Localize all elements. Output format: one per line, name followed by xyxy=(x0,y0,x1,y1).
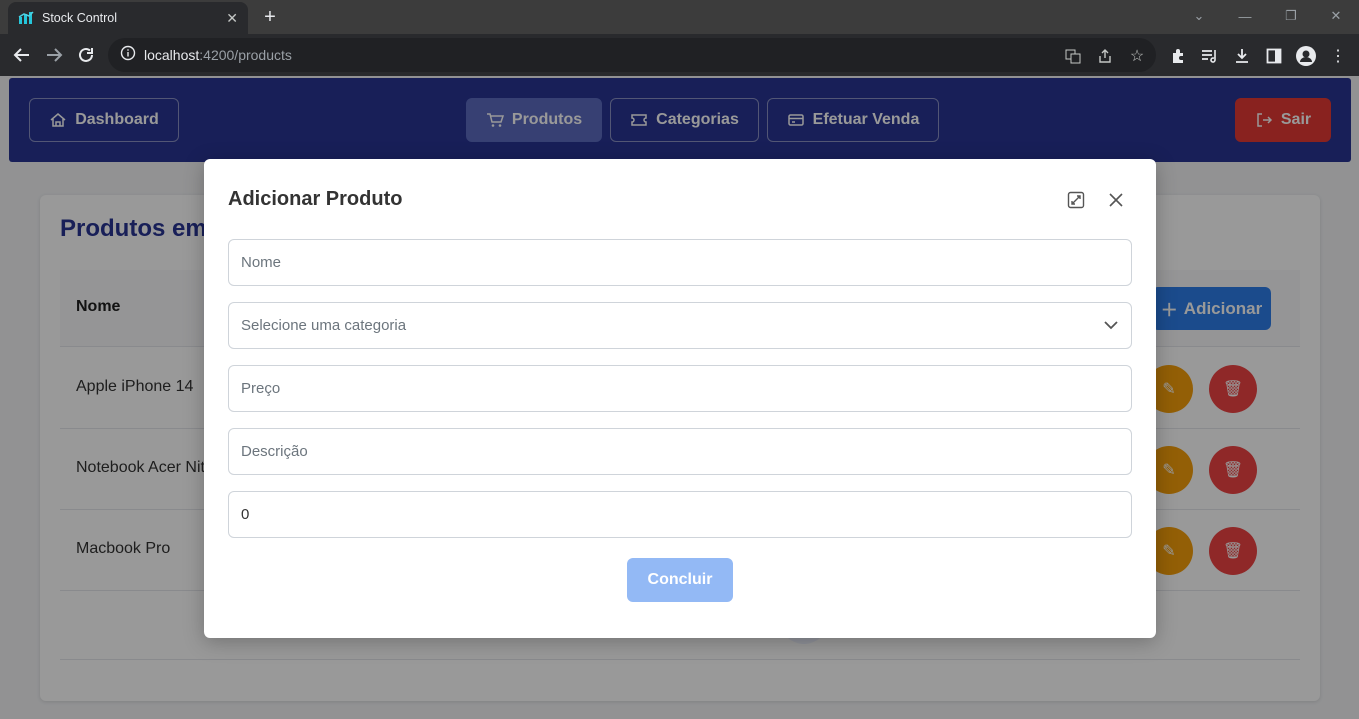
window-close-icon[interactable]: ✕ xyxy=(1313,0,1359,32)
bookmark-star-icon[interactable]: ☆ xyxy=(1128,47,1146,65)
chevron-down-icon xyxy=(1103,317,1119,334)
categoria-select[interactable]: Selecione uma categoria xyxy=(228,302,1132,349)
browser-menu-icon[interactable]: ⋮ xyxy=(1328,46,1348,66)
tab-title: Stock Control xyxy=(42,11,118,25)
address-bar[interactable]: localhost:4200/products ☆ xyxy=(108,38,1156,72)
url-text: localhost:4200/products xyxy=(144,47,292,63)
chart-favicon-icon xyxy=(18,10,34,26)
browser-tab[interactable]: Stock Control ✕ xyxy=(8,2,248,34)
concluir-button[interactable]: Concluir xyxy=(627,558,733,602)
dialog-title: Adicionar Produto xyxy=(228,188,403,210)
forward-icon[interactable] xyxy=(40,42,68,68)
extensions-icon[interactable] xyxy=(1168,46,1188,66)
reading-list-icon[interactable] xyxy=(1200,46,1220,66)
profile-avatar-icon[interactable] xyxy=(1296,46,1316,66)
restore-icon[interactable]: ❐ xyxy=(1268,0,1314,32)
share-icon[interactable] xyxy=(1096,47,1114,65)
browser-toolbar: localhost:4200/products ☆ ⋮ xyxy=(0,34,1359,76)
nome-input[interactable] xyxy=(228,239,1132,286)
new-tab-icon[interactable]: + xyxy=(258,4,282,30)
maximize-icon[interactable] xyxy=(1065,189,1087,211)
reload-icon[interactable] xyxy=(72,42,100,68)
translate-icon[interactable] xyxy=(1064,47,1082,65)
download-icon[interactable] xyxy=(1232,46,1252,66)
back-icon[interactable] xyxy=(8,42,36,68)
add-product-dialog: Adicionar Produto Selecione uma categori… xyxy=(204,159,1156,638)
tab-search-icon[interactable]: ⌄ xyxy=(1176,0,1222,32)
site-info-icon[interactable] xyxy=(120,45,136,66)
quantidade-input[interactable] xyxy=(228,491,1132,538)
categoria-select-placeholder: Selecione uma categoria xyxy=(241,317,407,334)
dialog-close-icon[interactable] xyxy=(1105,189,1127,211)
browser-tab-bar: Stock Control ✕ + ⌄ — ❐ ✕ xyxy=(0,0,1359,34)
descricao-input[interactable] xyxy=(228,428,1132,475)
tab-close-icon[interactable]: ✕ xyxy=(226,10,238,27)
side-panel-icon[interactable] xyxy=(1264,46,1284,66)
preco-input[interactable] xyxy=(228,365,1132,412)
minimize-icon[interactable]: — xyxy=(1222,0,1268,32)
